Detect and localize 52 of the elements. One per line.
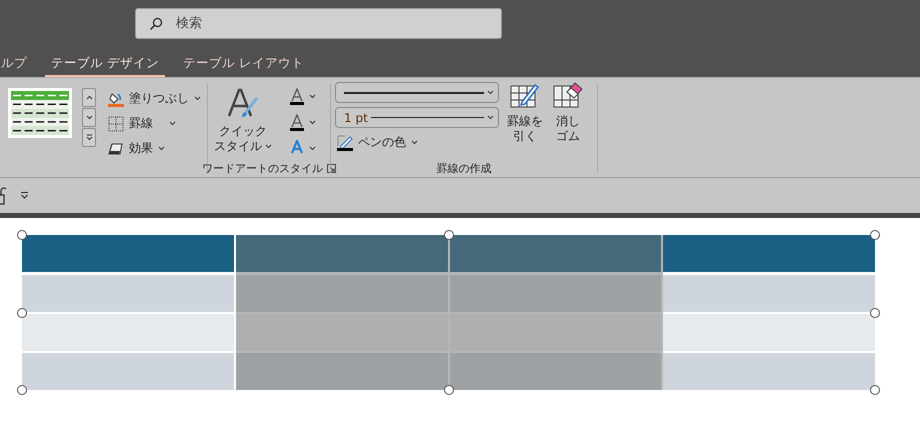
caret-icon: [309, 94, 316, 99]
caret-icon: [194, 96, 201, 101]
resize-handle[interactable]: [870, 230, 880, 240]
pen-icon: [337, 134, 353, 150]
dialog-launcher-icon[interactable]: [327, 164, 336, 172]
table[interactable]: [22, 235, 875, 390]
resize-handle[interactable]: [17, 308, 27, 318]
caret-icon: [411, 140, 418, 145]
caret-icon: [487, 90, 494, 95]
eraser-shape-icon: [108, 142, 124, 156]
search-icon: [149, 17, 163, 31]
line-weight-dropdown[interactable]: 1 pt: [335, 107, 499, 128]
caret-icon: [309, 120, 316, 125]
caret-icon: [169, 121, 176, 126]
text-fill-button[interactable]: [288, 86, 318, 107]
group-label: 罫線の作成: [436, 160, 492, 176]
shading-button[interactable]: 塗りつぶし: [106, 88, 203, 109]
table-style-gallery[interactable]: [8, 88, 72, 138]
gallery-down-button[interactable]: [82, 108, 96, 127]
draw-table-button[interactable]: 罫線を 引く: [505, 82, 545, 159]
group-label: ワードアートのスタイル: [202, 160, 323, 176]
eraser-button[interactable]: 消し ゴム: [551, 82, 585, 159]
gallery-more-button[interactable]: [82, 128, 96, 147]
resize-handle[interactable]: [870, 385, 880, 395]
resize-handle[interactable]: [17, 230, 27, 240]
effects-button[interactable]: 効果: [106, 138, 203, 159]
caret-icon: [309, 146, 316, 151]
resize-handle[interactable]: [17, 385, 27, 395]
caret-icon: [158, 146, 165, 151]
caret-icon: [487, 115, 494, 120]
border-icon: [108, 116, 124, 132]
paint-bucket-icon: [108, 90, 124, 106]
wordart-brush-icon: [226, 86, 260, 120]
search-field[interactable]: 検索: [135, 8, 502, 39]
ribbon-tab[interactable]: ルプ: [0, 50, 33, 77]
eraser-icon: [553, 82, 583, 108]
borders-button[interactable]: 罫線: [106, 113, 203, 134]
resize-handle[interactable]: [444, 230, 454, 240]
ribbon-tab[interactable]: テーブル レイアウト: [176, 50, 310, 77]
text-fill-icon: [290, 88, 304, 105]
caret-up-icon: [86, 95, 92, 100]
more-icon: [86, 134, 92, 141]
text-outline-icon: [290, 114, 304, 131]
line-style-dropdown[interactable]: [335, 82, 499, 103]
pen-color-button[interactable]: ペンの色: [335, 132, 499, 153]
quick-style-button[interactable]: クイック スタイル: [212, 86, 274, 159]
text-outline-button[interactable]: [288, 112, 318, 133]
caret-icon: [86, 115, 92, 120]
customize-menu-icon[interactable]: [20, 192, 29, 199]
pencil-grid-icon: [510, 82, 540, 108]
gallery-up-button[interactable]: [82, 88, 96, 107]
caret-icon: [265, 144, 272, 149]
